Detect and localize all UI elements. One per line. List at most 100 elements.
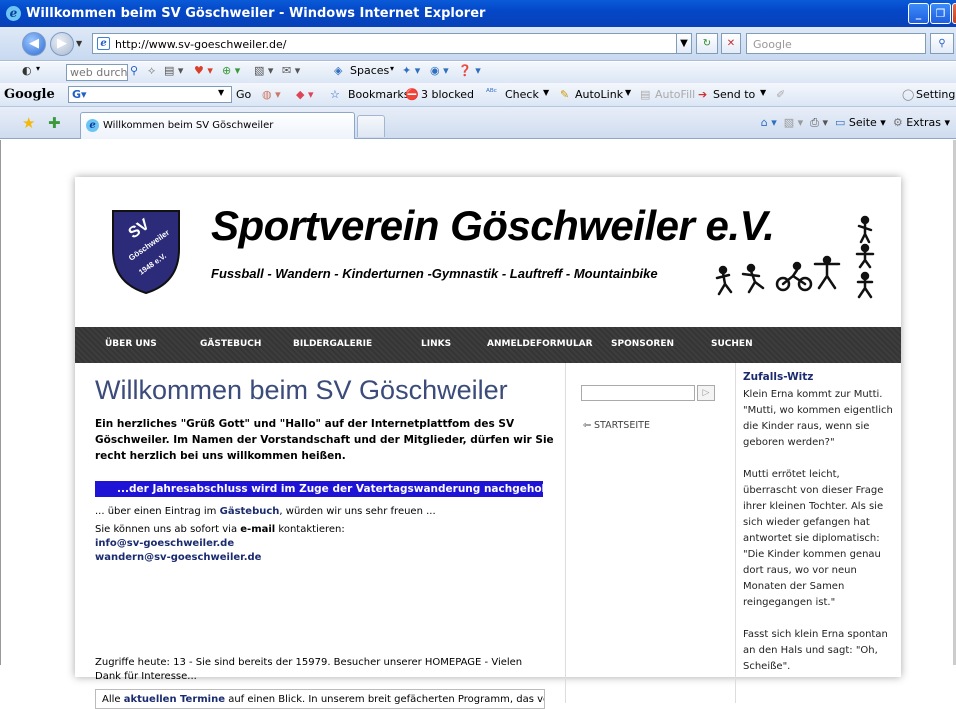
sendto-dropdown-icon[interactable]: ▼ — [760, 88, 766, 97]
sendto-button[interactable]: Send to — [713, 88, 755, 101]
menu-bildergalerie[interactable]: BILDERGALERIE — [293, 339, 372, 349]
bookmarks-star-icon[interactable]: ☆ — [330, 88, 340, 101]
messenger-icon[interactable]: ♥ ▾ — [194, 64, 213, 77]
menu-anmeldeformular[interactable]: ANMELDEFORMULAR — [487, 339, 593, 349]
forward-button[interactable]: ▶ — [50, 32, 74, 56]
google-apps-icon[interactable]: ◆ ▾ — [296, 88, 313, 101]
ie-logo-icon: e — [6, 6, 21, 21]
layout-icon[interactable]: ▤ ▾ — [164, 64, 183, 77]
url-field[interactable]: e http://www.sv-goeschweiler.de/ — [92, 33, 692, 54]
toolbar-dropdown-icon[interactable]: ▾ — [36, 64, 40, 73]
back-button[interactable]: ◀ — [22, 32, 46, 56]
tab-active[interactable]: e Willkommen beim SV Göschweiler — [80, 112, 355, 139]
autofill-icon[interactable]: ▤ — [640, 88, 650, 101]
autolink-button[interactable]: AutoLink — [575, 88, 623, 101]
url-text: http://www.sv-goeschweiler.de/ — [115, 38, 287, 51]
seite-button[interactable]: Seite — [849, 116, 877, 129]
toolbar-websearch: ◐ ▾ web durchsuc ⚲ ⟡ ▤ ▾ ♥ ▾ ⊕ ▾ ▧ ▾ ✉ ▾… — [0, 62, 956, 83]
add-favorites-icon[interactable]: ✚ — [48, 114, 61, 132]
google-pagerank-icon[interactable]: ◍ ▾ — [262, 88, 281, 101]
sports-figures-illustration — [715, 215, 875, 299]
print-icon[interactable]: ⎙ ▾ — [810, 116, 828, 129]
tab-label: Willkommen beim SV Göschweiler — [103, 120, 274, 131]
toolbar-google: Google G▾ ▼ Go ◍ ▾ ◆ ▾ ☆ Bookmarks ⛔ 3 b… — [0, 83, 956, 107]
google-search-input[interactable]: G▾ — [68, 86, 232, 103]
tab-ie-icon: e — [86, 119, 99, 132]
new-tab-button[interactable] — [357, 115, 385, 137]
websearch-placeholder: web durchsuc — [70, 66, 128, 79]
tab-row: ★ ✚ e Willkommen beim SV Göschweiler ⌂ ▾… — [0, 107, 956, 139]
termine-box: Alle aktuellen Termine auf einen Blick. … — [95, 689, 545, 709]
refresh-icon[interactable]: ↻ — [696, 33, 718, 54]
url-dropdown-icon[interactable]: ▼ — [676, 33, 692, 54]
websearch-go-icon[interactable]: ⚲ — [130, 64, 138, 77]
menu-sponsoren[interactable]: SPONSOREN — [611, 339, 674, 349]
spaces-icon[interactable]: ◈ — [334, 64, 342, 77]
autolink-dropdown-icon[interactable]: ▼ — [625, 88, 631, 97]
news-ticker[interactable]: ...der Jahresabschluss wird im Zuge der … — [95, 481, 543, 497]
websearch-input[interactable]: web durchsuc — [66, 64, 128, 81]
mail-icon[interactable]: ✉ ▾ — [282, 64, 300, 77]
feeds-cmd-icon[interactable]: ▧ ▾ — [784, 116, 803, 129]
startseite-label: STARTSEITE — [594, 420, 650, 431]
spaces-button[interactable]: Spaces — [350, 64, 389, 77]
guestbook-link[interactable]: Gästebuch — [220, 506, 280, 517]
email-link-info[interactable]: info@sv-goeschweiler.de — [95, 537, 234, 551]
column-divider — [565, 363, 566, 703]
search-input[interactable]: Google — [746, 33, 926, 54]
help-icon[interactable]: ❓ ▾ — [458, 64, 481, 77]
column-divider-right — [735, 363, 736, 703]
joke-paragraph-2: Mutti errötet leicht, überrascht von die… — [743, 469, 884, 608]
popup-blocker-icon[interactable]: ⛔ — [405, 88, 419, 101]
minimize-button[interactable]: _ — [908, 3, 929, 24]
site-title: Sportverein Göschweiler e.V. — [211, 202, 775, 249]
toolbar-logo-icon: ◐ — [22, 64, 32, 77]
termine-link[interactable]: aktuellen Termine — [124, 694, 225, 705]
site-search-go-icon[interactable]: ▷ — [697, 385, 715, 401]
home-icon[interactable]: ⌂ ▾ — [761, 116, 777, 129]
settings-icon[interactable]: ◯ — [902, 88, 914, 101]
highlight-icon[interactable]: ⟡ — [148, 64, 155, 78]
guestbook-post: , würden wir uns sehr freuen ... — [279, 506, 436, 517]
google-dropdown-icon[interactable]: ▼ — [218, 88, 224, 97]
site-subtitle: Fussball - Wandern - Kinderturnen -Gymna… — [211, 266, 658, 281]
search-placeholder: Google — [753, 38, 792, 51]
close-button[interactable] — [952, 3, 956, 24]
command-bar: ⌂ ▾ ▧ ▾ ⎙ ▾ ▭ Seite ▾ ⚙ Extras ▾ — [760, 116, 950, 129]
people-icon[interactable]: ✦ ▾ — [402, 64, 420, 77]
settings-button[interactable]: Settings — [916, 88, 956, 101]
add-icon[interactable]: ⊕ ▾ — [222, 64, 240, 77]
popup-blocker-button[interactable]: 3 blocked — [421, 88, 474, 101]
spellcheck-button[interactable]: Check — [505, 88, 539, 101]
stop-icon[interactable]: ✕ — [721, 33, 741, 54]
startseite-link[interactable]: ⇦ STARTSEITE — [583, 420, 650, 431]
search-icon[interactable]: ⚲ — [930, 33, 954, 54]
joke-box: Zufalls-Witz Klein Erna kommt zur Mutti.… — [743, 371, 893, 691]
feeds-icon[interactable]: ▧ ▾ — [254, 64, 273, 77]
guestbook-line: ... über einen Eintrag im Gästebuch, wür… — [95, 505, 436, 519]
page-viewport: SV Göschweiler 1948 e.V. Sportverein Gös… — [0, 140, 956, 709]
msn-icon[interactable]: ◉ ▾ — [430, 64, 449, 77]
highlighter-icon[interactable]: ✐ — [776, 88, 785, 101]
club-seal-logo: SV Göschweiler 1948 e.V. — [112, 210, 180, 295]
menu-ueber-uns[interactable]: ÜBER UNS — [105, 339, 157, 349]
bookmarks-button[interactable]: Bookmarks — [348, 88, 409, 101]
google-go-button[interactable]: Go — [236, 88, 251, 101]
sendto-icon[interactable]: ➔ — [698, 88, 707, 101]
check-dropdown-icon[interactable]: ▼ — [543, 88, 549, 97]
page-icon: e — [97, 37, 110, 50]
email-link-wandern[interactable]: wandern@sv-goeschweiler.de — [95, 551, 261, 565]
menu-gaestebuch[interactable]: GÄSTEBUCH — [200, 339, 261, 349]
spaces-dropdown-icon[interactable]: ▾ — [390, 64, 394, 73]
menu-links[interactable]: LINKS — [421, 339, 451, 349]
extras-button[interactable]: Extras — [906, 116, 941, 129]
autolink-icon[interactable]: ✎ — [560, 88, 569, 101]
maximize-button[interactable]: ❐ — [930, 3, 951, 24]
favorites-star-icon[interactable]: ★ — [22, 114, 35, 132]
spellcheck-icon[interactable]: ᴬᴮᶜ — [486, 88, 497, 98]
site-search-input[interactable] — [581, 385, 695, 401]
autofill-button[interactable]: AutoFill — [655, 88, 695, 101]
history-dropdown-icon[interactable]: ▼ — [76, 39, 82, 48]
termine-post: auf einen Blick. In unserem breit gefäch… — [225, 694, 545, 705]
menu-suchen[interactable]: SUCHEN — [711, 339, 753, 349]
